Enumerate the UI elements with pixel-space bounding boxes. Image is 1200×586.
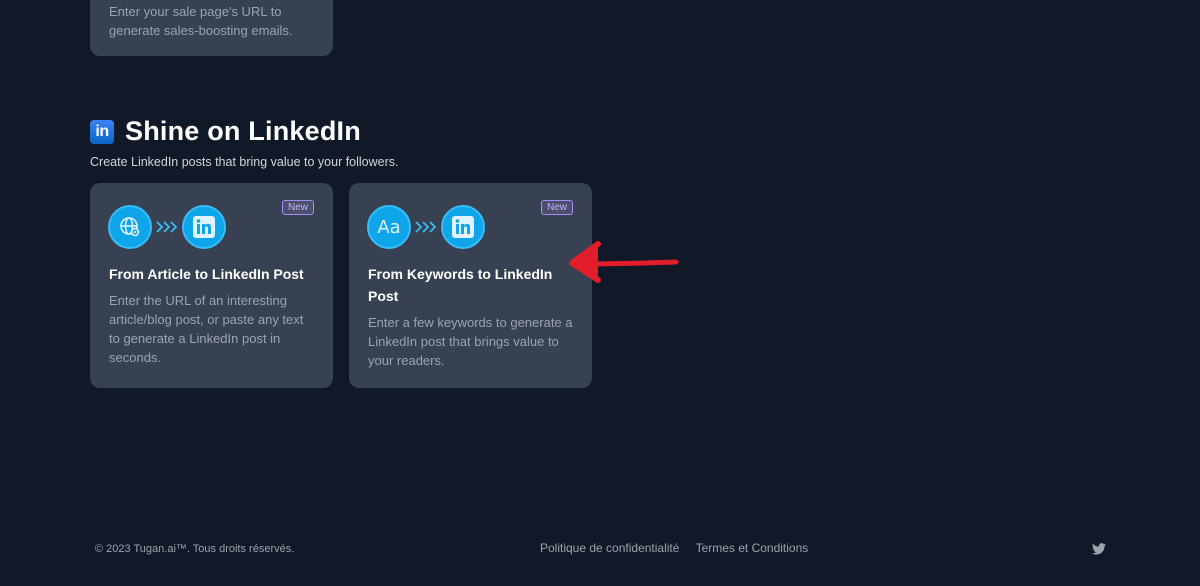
chevrons-right-icon [152,205,182,249]
sales-email-tool-card[interactable]: Enter your sale page's URL to generate s… [90,0,333,56]
globe-link-icon [108,205,152,249]
new-badge: New [281,200,314,215]
footer-links: Politique de confidentialité Termes et C… [540,541,821,555]
chevrons-right-icon [411,205,441,249]
new-badge: New [540,200,573,215]
text-format-icon: Aa [367,205,411,249]
conversion-icons [108,205,226,249]
card-title: From Article to LinkedIn Post [109,266,304,282]
twitter-icon[interactable] [1092,542,1106,560]
linkedin-section-header: in Shine on LinkedIn Create LinkedIn pos… [90,116,399,169]
card-description: Enter your sale page's URL to generate s… [109,4,293,38]
page: Enter your sale page's URL to generate s… [0,0,1200,586]
card-description: Enter the URL of an interesting article/… [109,293,304,365]
conversion-icons: Aa [367,205,485,249]
card-description: Enter a few keywords to generate a Linke… [368,315,573,368]
keywords-to-linkedin-card[interactable]: Aa New From Keywords to LinkedIn Post En… [349,183,592,388]
section-subtitle: Create LinkedIn posts that bring value t… [90,155,399,169]
section-title: Shine on LinkedIn [125,116,361,146]
linkedin-logo-icon: in [90,119,114,144]
annotation-arrow-icon [569,241,679,283]
linkedin-icon [182,205,226,249]
copyright-text: © 2023 Tugan.ai™. Tous droits réservés. [95,543,295,555]
terms-link[interactable]: Termes et Conditions [696,541,809,555]
linkedin-icon [441,205,485,249]
card-title: From Keywords to LinkedIn Post [368,266,553,304]
footer: © 2023 Tugan.ai™. Tous droits réservés. … [0,540,1200,560]
privacy-policy-link[interactable]: Politique de confidentialité [540,541,679,555]
article-to-linkedin-card[interactable]: New From Article to LinkedIn Post Enter … [90,183,333,388]
